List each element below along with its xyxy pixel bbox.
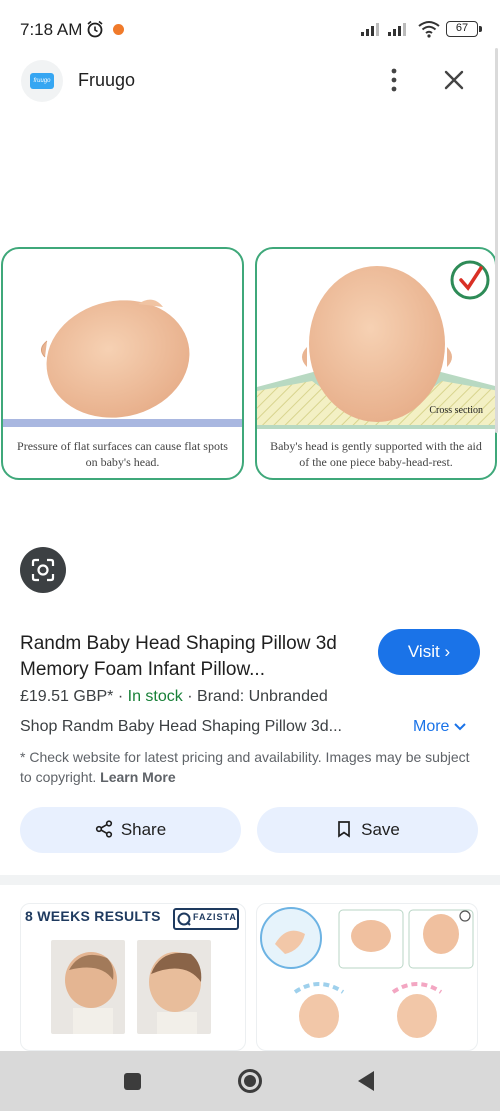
baby-photo-before — [51, 940, 125, 1034]
fazista-mark-icon — [177, 912, 191, 926]
baby-photo-after — [137, 940, 211, 1034]
notification-dot — [113, 24, 124, 35]
system-nav-bar — [0, 1051, 500, 1111]
cross-section-label: Cross section — [429, 405, 483, 416]
close-icon[interactable] — [440, 66, 468, 94]
stock-status: In stock — [127, 688, 183, 705]
separator-dot: · — [187, 688, 198, 705]
more-label: More — [413, 718, 450, 735]
product-title[interactable]: Randm Baby Head Shaping Pillow 3d Memory… — [20, 631, 360, 683]
separator-dot: · — [117, 688, 128, 705]
signal-icon — [361, 23, 379, 36]
home-button[interactable] — [238, 1069, 262, 1093]
save-label: Save — [361, 820, 400, 839]
related-image-card[interactable] — [256, 903, 478, 1051]
related-illustration — [260, 907, 474, 1038]
brand: Brand: Unbranded — [197, 688, 328, 705]
fruugo-logo-text: fruugo — [30, 73, 54, 89]
app-header: fruugo Fruugo — [0, 52, 500, 110]
site-logo[interactable]: fruugo — [21, 60, 63, 102]
save-button[interactable]: Save — [257, 807, 478, 853]
alarm-icon — [87, 20, 103, 38]
chevron-down-icon — [454, 723, 466, 731]
signal-icon — [388, 23, 406, 36]
wifi-icon — [418, 21, 440, 38]
share-icon — [95, 820, 112, 838]
more-link[interactable]: More — [413, 718, 466, 736]
left-panel-caption: Pressure of flat surfaces can cause flat… — [17, 439, 228, 469]
disclaimer-text: * Check website for latest pricing and a… — [20, 749, 470, 785]
status-time: 7:18 AM — [20, 20, 83, 39]
lens-icon — [31, 558, 55, 582]
related-image-card[interactable]: 8 WEEKS RESULTS FAZISTA — [20, 903, 246, 1051]
product-image[interactable]: Pressure of flat surfaces can cause flat… — [0, 110, 500, 530]
share-button[interactable]: Share — [20, 807, 241, 853]
chevron-right-icon: › — [444, 642, 451, 661]
lens-search-button[interactable] — [20, 547, 66, 593]
bookmark-icon — [338, 821, 350, 838]
site-name[interactable]: Fruugo — [78, 70, 135, 91]
price-stock-brand-line: £19.51 GBP* · In stock · Brand: Unbrande… — [20, 688, 328, 706]
visit-button[interactable]: Visit › — [378, 629, 480, 675]
recents-button[interactable] — [124, 1073, 141, 1090]
visit-label: Visit — [407, 642, 440, 661]
shop-description: Shop Randm Baby Head Shaping Pillow 3d..… — [20, 718, 342, 735]
learn-more-link[interactable]: Learn More — [100, 769, 175, 785]
back-icon[interactable] — [357, 1070, 375, 1092]
right-panel-caption: Baby's head is gently supported with the… — [270, 439, 482, 469]
related-card-title: 8 WEEKS RESULTS — [25, 908, 161, 924]
more-vert-icon[interactable] — [386, 66, 402, 94]
image-panel-flat-surface: Pressure of flat surfaces can cause flat… — [1, 247, 244, 480]
image-panel-supported: Cross section Baby's head is gently supp… — [255, 247, 497, 480]
battery-icon: 67 — [446, 21, 482, 37]
price: £19.51 GBP* — [20, 688, 114, 705]
section-divider — [0, 875, 500, 885]
fazista-text: FAZISTA — [193, 912, 237, 922]
scrollbar[interactable] — [495, 48, 498, 433]
fazista-logo: FAZISTA — [173, 908, 239, 930]
status-bar: 7:18 AM 67 — [0, 0, 500, 52]
share-label: Share — [120, 820, 167, 839]
disclaimer: * Check website for latest pricing and a… — [20, 747, 470, 787]
